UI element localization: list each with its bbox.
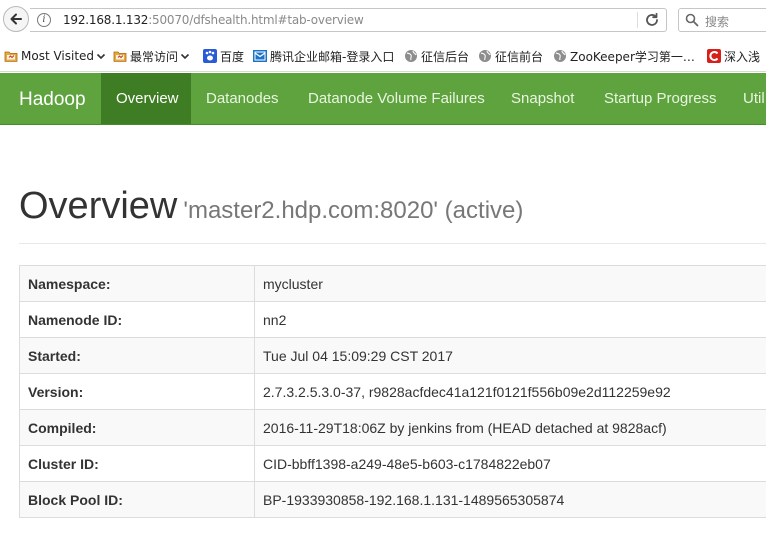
row-key: Namespace: bbox=[19, 265, 255, 302]
url-divider bbox=[637, 12, 638, 28]
nav-startup-progress[interactable]: Startup Progress bbox=[589, 73, 732, 124]
row-value: nn2 bbox=[254, 301, 766, 338]
row-value: 2016-11-29T18:06Z by jenkins from (HEAD … bbox=[254, 409, 766, 446]
bookmark-tencent-mail[interactable]: 腾讯企业邮箱-登录入口 bbox=[253, 48, 394, 64]
bookmark-zhengxin-backend[interactable]: 征信后台 bbox=[404, 48, 469, 64]
search-placeholder: 搜索 bbox=[705, 15, 730, 29]
search-icon bbox=[685, 13, 699, 27]
nav-datanode-volume-failures[interactable]: Datanode Volume Failures bbox=[293, 73, 500, 124]
header-divider bbox=[19, 243, 766, 244]
search-field[interactable]: 搜索 bbox=[678, 8, 766, 32]
brand-logo[interactable]: Hadoop bbox=[19, 89, 86, 111]
row-key: Cluster ID: bbox=[19, 445, 255, 482]
bookmark-label: 最常访问 bbox=[130, 49, 179, 64]
browser-toolbar: i 192.168.1.132:50070/dfshealth.html#tab… bbox=[0, 0, 766, 40]
bookmark-changyong[interactable]: 最常访问 bbox=[113, 48, 190, 64]
page-subtitle: 'master2.hdp.com:8020' (active) bbox=[183, 197, 524, 224]
table-row: Namespace: mycluster bbox=[19, 265, 766, 302]
row-value: BP-1933930858-192.168.1.131-148956530587… bbox=[254, 481, 766, 518]
bookmark-most-visited[interactable]: Most Visited bbox=[4, 48, 106, 64]
table-row: Version: 2.7.3.2.5.3.0-37, r9828acfdec41… bbox=[19, 373, 766, 410]
folder-icon bbox=[4, 51, 18, 62]
row-key: Started: bbox=[19, 337, 255, 374]
baidu-paw-icon bbox=[203, 49, 217, 63]
bookmark-label: Most Visited bbox=[21, 49, 95, 63]
bookmark-label: ZooKeeper学习第一… bbox=[570, 49, 695, 64]
row-key: Compiled: bbox=[19, 409, 255, 446]
nav-utilities[interactable]: Util bbox=[728, 73, 766, 124]
globe-icon bbox=[479, 50, 491, 62]
url-field[interactable]: i 192.168.1.132:50070/dfshealth.html#tab… bbox=[30, 8, 667, 32]
folder-icon bbox=[113, 51, 127, 62]
back-button[interactable] bbox=[3, 6, 29, 32]
table-row: Cluster ID: CID-bbff1398-a249-48e5-b603-… bbox=[19, 445, 766, 482]
table-row: Started: Tue Jul 04 15:09:29 CST 2017 bbox=[19, 337, 766, 374]
bookmark-label: 征信前台 bbox=[495, 49, 544, 64]
bookmark-zhengxin-frontend[interactable]: 征信前台 bbox=[478, 48, 543, 64]
overview-table: Namespace: mycluster Namenode ID: nn2 St… bbox=[19, 265, 766, 518]
chevron-down-icon bbox=[96, 53, 106, 60]
table-row: Compiled: 2016-11-29T18:06Z by jenkins f… bbox=[19, 409, 766, 446]
row-key: Namenode ID: bbox=[19, 301, 255, 338]
nav-snapshot[interactable]: Snapshot bbox=[496, 73, 589, 124]
bookmark-label: 征信后台 bbox=[421, 49, 470, 64]
arrow-left-icon bbox=[10, 13, 22, 25]
bookmark-label: 百度 bbox=[220, 49, 245, 64]
mail-icon bbox=[253, 50, 267, 62]
row-value: Tue Jul 04 15:09:29 CST 2017 bbox=[254, 337, 766, 374]
bookmark-label: 深入浅 bbox=[724, 49, 761, 64]
row-key: Version: bbox=[19, 373, 255, 410]
bookmark-zookeeper[interactable]: ZooKeeper学习第一… bbox=[553, 48, 695, 64]
page-title: Overview bbox=[19, 185, 178, 227]
chevron-down-icon bbox=[180, 53, 190, 60]
globe-icon bbox=[405, 50, 417, 62]
globe-icon bbox=[554, 50, 566, 62]
bookmark-label: 腾讯企业邮箱-登录入口 bbox=[270, 49, 395, 64]
nav-datanodes[interactable]: Datanodes bbox=[191, 73, 294, 124]
csdn-icon bbox=[707, 49, 721, 63]
bookmark-baidu[interactable]: 百度 bbox=[203, 48, 244, 64]
info-icon[interactable]: i bbox=[37, 13, 51, 27]
table-row: Block Pool ID: BP-1933930858-192.168.1.1… bbox=[19, 481, 766, 518]
row-value: mycluster bbox=[254, 265, 766, 302]
url-path: :50070/dfshealth.html#tab-overview bbox=[148, 13, 364, 27]
row-value: CID-bbff1398-a249-48e5-b603-c1784822eb07 bbox=[254, 445, 766, 482]
nav-overview[interactable]: Overview bbox=[101, 73, 191, 124]
row-key: Block Pool ID: bbox=[19, 481, 255, 518]
table-row: Namenode ID: nn2 bbox=[19, 301, 766, 338]
page-header: Overview'master2.hdp.com:8020' (active) bbox=[19, 185, 523, 228]
reload-icon[interactable] bbox=[644, 12, 660, 28]
hadoop-navbar: Hadoop Overview Datanodes Datanode Volum… bbox=[0, 73, 766, 125]
row-value: 2.7.3.2.5.3.0-37, r9828acfdec41a121f0121… bbox=[254, 373, 766, 410]
bookmark-csdn[interactable]: 深入浅 bbox=[707, 48, 760, 64]
url-host: 192.168.1.132 bbox=[63, 13, 149, 27]
url-text[interactable]: 192.168.1.132:50070/dfshealth.html#tab-o… bbox=[63, 13, 364, 27]
bookmarks-toolbar: Most Visited 最常访问 百度 腾讯企业邮箱-登录入口 征信后台 征信… bbox=[0, 40, 766, 72]
